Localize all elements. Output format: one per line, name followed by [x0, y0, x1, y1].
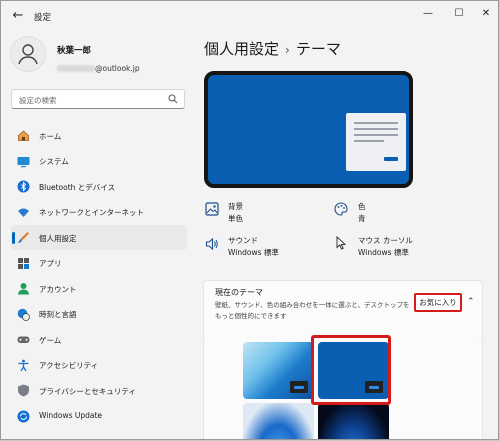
breadcrumb: 個人用設定 › テーマ: [204, 38, 341, 59]
sidebar-item-accessibility[interactable]: アクセシビリティ: [11, 353, 187, 378]
close-icon[interactable]: ✕: [479, 7, 493, 21]
color-value: 青: [358, 214, 366, 223]
sidebar-item-time-language[interactable]: 時刻と言語: [11, 302, 187, 327]
cursor-icon[interactable]: [334, 236, 348, 250]
sidebar-item-label: システム: [39, 157, 69, 166]
sidebar-item-windows-update[interactable]: Windows Update: [11, 404, 187, 429]
current-theme-description: 壁紙、サウンド、色の組み合わせを一体に選ぶと、デスクトップをもっと個性的にできま…: [215, 301, 410, 320]
theme-thumbnail-bloom-dark[interactable]: [318, 403, 389, 439]
search-placeholder: 設定の検索: [19, 96, 57, 105]
search-input[interactable]: 設定の検索: [11, 89, 185, 109]
avatar[interactable]: [10, 36, 46, 72]
sidebar-item-label: ネットワークとインターネット: [39, 208, 144, 217]
profile-email: @outlook.jp: [95, 64, 140, 73]
palette-icon[interactable]: [334, 202, 348, 216]
sidebar-item-label: Windows Update: [39, 411, 103, 420]
title-bar: ← 設定 — ☐ ✕: [1, 1, 498, 31]
background-image-icon[interactable]: [205, 202, 219, 216]
page-title: テーマ: [295, 40, 341, 58]
personalization-icon: [18, 232, 29, 243]
sidebar-item-personalization[interactable]: 個人用設定: [11, 225, 187, 250]
preview-button: [384, 157, 398, 161]
preview-window: [346, 113, 406, 171]
favorites-button[interactable]: お気に入り: [414, 293, 462, 312]
back-arrow-icon[interactable]: ←: [10, 8, 26, 24]
preview-line: [354, 140, 384, 142]
sidebar-item-accounts[interactable]: アカウント: [11, 276, 187, 301]
apps-icon: [18, 257, 29, 269]
sidebar-item-label: アカウント: [39, 284, 77, 294]
sidebar-item-label: アプリ: [39, 259, 62, 268]
mouse-cursor-value: Windows 標準: [358, 248, 409, 257]
sidebar-item-system[interactable]: システム: [11, 149, 187, 174]
background-label[interactable]: 背景: [228, 201, 243, 212]
profile-email-row: @outlook.jp: [57, 58, 140, 73]
time-language-icon: [17, 308, 30, 321]
sound-label[interactable]: サウンド: [228, 235, 258, 246]
sound-value: Windows 標準: [228, 248, 279, 257]
selected-theme-highlight: [311, 335, 391, 405]
accessibility-icon: [18, 359, 29, 371]
sidebar-item-bluetooth[interactable]: Bluetooth とデバイス: [11, 174, 187, 199]
account-icon: [18, 283, 29, 295]
current-theme-card[interactable]: 現在のテーマ 壁紙、サウンド、色の組み合わせを一体に選ぶと、デスクトップをもっと…: [203, 280, 483, 340]
sidebar-item-network[interactable]: ネットワークとインターネット: [11, 200, 187, 225]
sidebar-item-label: 時刻と言語: [39, 310, 77, 319]
settings-window: ← 設定 — ☐ ✕ 秋葉一郎 @outlook.jp 設定の検索 ホーム シス…: [0, 0, 499, 440]
mouse-cursor-label[interactable]: マウス カーソル: [358, 235, 413, 246]
user-silhouette-icon: [18, 44, 38, 65]
sidebar-item-label: 個人用設定: [39, 233, 77, 243]
sidebar-nav: ホーム システム Bluetooth とデバイス ネットワークとインターネット: [11, 123, 187, 429]
minimize-icon[interactable]: —: [421, 7, 435, 21]
preview-line: [354, 128, 398, 130]
theme-thumbnail-taskbar: [290, 381, 308, 393]
search-icon: [168, 94, 178, 104]
gaming-icon: [17, 336, 30, 343]
window-title: 設定: [34, 13, 52, 23]
theme-preview: [204, 71, 413, 188]
theme-thumbnail-bloom-light[interactable]: [243, 403, 314, 439]
sidebar-item-label: ゲーム: [39, 335, 62, 345]
sidebar-item-label: アクセシビリティ: [39, 361, 99, 370]
system-icon: [17, 156, 30, 167]
preview-line: [354, 134, 398, 136]
speaker-icon[interactable]: [205, 237, 219, 251]
bluetooth-icon: [17, 180, 30, 193]
chevron-up-icon[interactable]: ⌃: [467, 297, 475, 307]
network-icon: [18, 208, 29, 217]
sidebar-item-privacy[interactable]: プライバシーとセキュリティ: [11, 378, 187, 403]
profile-name: 秋葉一郎: [57, 46, 92, 56]
home-icon: [18, 130, 29, 141]
sidebar-item-gaming[interactable]: ゲーム: [11, 327, 187, 352]
redacted-email-blur: [57, 65, 95, 72]
background-value: 単色: [228, 214, 243, 223]
windows-update-icon: [17, 410, 30, 422]
sidebar-item-label: プライバシーとセキュリティ: [39, 386, 136, 396]
sidebar-item-label: ホーム: [39, 131, 62, 141]
privacy-shield-icon: [18, 384, 29, 397]
current-theme-title: 現在のテーマ: [215, 288, 263, 297]
sidebar-item-home[interactable]: ホーム: [11, 123, 187, 148]
breadcrumb-parent[interactable]: 個人用設定: [204, 40, 279, 58]
sidebar-item-label: Bluetooth とデバイス: [39, 182, 116, 192]
preview-line: [354, 122, 398, 124]
color-label[interactable]: 色: [358, 201, 366, 212]
sidebar-item-apps[interactable]: アプリ: [11, 251, 187, 276]
chevron-right-icon: ›: [285, 43, 290, 57]
maximize-icon[interactable]: ☐: [452, 7, 466, 21]
theme-thumbnail-windows-light[interactable]: [243, 342, 314, 399]
